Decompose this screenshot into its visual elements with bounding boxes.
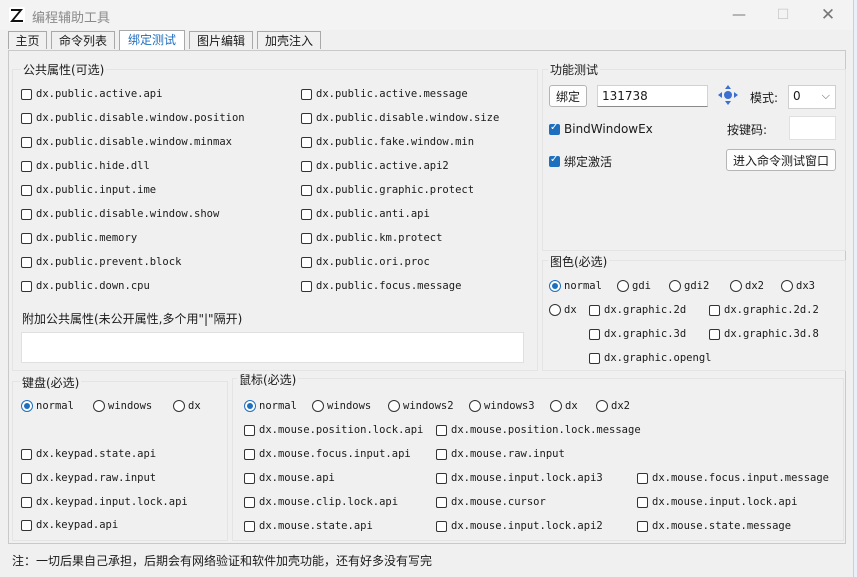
mode-select[interactable]: 0 ⌵	[788, 85, 836, 109]
mode-value: 0	[793, 89, 801, 103]
public-attr-checkbox[interactable]: dx.public.focus.message	[301, 280, 461, 292]
mouse-checkbox[interactable]: dx.mouse.cursor	[436, 496, 546, 508]
mouse-radio[interactable]: dx	[550, 400, 578, 412]
mode-label: 模式:	[750, 91, 779, 105]
tab-home[interactable]: 主页	[8, 31, 47, 49]
minimize-icon: —	[732, 7, 746, 23]
public-attr-checkbox[interactable]: dx.public.disable.window.size	[301, 112, 499, 124]
mouse-checkbox[interactable]: dx.mouse.position.lock.api	[244, 424, 423, 436]
window-title: 编程辅助工具	[32, 11, 111, 26]
mouse-checkbox[interactable]: dx.mouse.position.lock.message	[436, 424, 641, 436]
graphic-title: 图色(必选)	[548, 253, 610, 270]
graphic-radio[interactable]: dx	[549, 304, 577, 316]
graphic-radio[interactable]: dx3	[781, 280, 815, 292]
footer-note: 注：一切后果自己承担，后期会有网络验证和软件加壳功能，还有好多没有写完	[12, 554, 433, 568]
mouse-title: 鼠标(必选)	[237, 371, 299, 388]
func-test-title: 功能测试	[548, 61, 601, 78]
keyboard-radio[interactable]: windows	[93, 400, 152, 412]
tab-image-edit[interactable]: 图片编辑	[189, 31, 253, 49]
mouse-checkbox[interactable]: dx.mouse.state.message	[637, 520, 791, 532]
tab-command-list[interactable]: 命令列表	[51, 31, 115, 49]
graphic-checkbox[interactable]: dx.graphic.2d.2	[709, 304, 819, 316]
graphic-checkbox[interactable]: dx.graphic.3d.8	[709, 328, 819, 340]
mouse-checkbox[interactable]: dx.mouse.focus.input.message	[637, 472, 829, 484]
keycode-input[interactable]	[789, 116, 836, 140]
mouse-checkbox[interactable]: dx.mouse.api	[244, 472, 335, 484]
close-button[interactable]: ✕	[806, 3, 850, 27]
keyboard-checkbox[interactable]: dx.keypad.state.api	[21, 448, 156, 460]
mouse-radio[interactable]: dx2	[596, 400, 630, 412]
public-attr-checkbox[interactable]: dx.public.prevent.block	[21, 256, 181, 268]
public-attr-checkbox[interactable]: dx.public.input.ime	[21, 184, 156, 196]
target-finder-icon[interactable]	[718, 85, 738, 105]
public-attr-checkbox[interactable]: dx.public.anti.api	[301, 208, 430, 220]
mouse-radio[interactable]: windows3	[469, 400, 535, 412]
keyboard-checkbox[interactable]: dx.keypad.api	[21, 519, 118, 531]
keyboard-checkbox[interactable]: dx.keypad.input.lock.api	[21, 496, 188, 508]
public-attr-checkbox[interactable]: dx.public.hide.dll	[21, 160, 150, 172]
keyboard-title: 键盘(必选)	[20, 374, 82, 391]
graphic-radio[interactable]: gdi2	[669, 280, 709, 292]
bindwindowex-checkbox[interactable]: BindWindowEx	[549, 122, 653, 136]
mouse-radio[interactable]: windows2	[388, 400, 454, 412]
enter-command-test-button[interactable]: 进入命令测试窗口	[726, 149, 836, 171]
extra-attrs-label: 附加公共属性(未公开属性,多个用"|"隔开)	[22, 312, 243, 326]
app-logo-icon	[9, 7, 25, 23]
public-attr-checkbox[interactable]: dx.public.km.protect	[301, 232, 442, 244]
graphic-radio[interactable]: gdi	[617, 280, 651, 292]
public-attr-checkbox[interactable]: dx.public.disable.window.minmax	[21, 136, 232, 148]
app-window: 编程辅助工具 — ☐ ✕ 主页 命令列表 绑定测试 图片编辑 加壳注入 公共属性…	[0, 0, 854, 577]
mouse-checkbox[interactable]: dx.mouse.input.lock.api2	[436, 520, 603, 532]
public-attr-checkbox[interactable]: dx.public.fake.window.min	[301, 136, 474, 148]
bind-activate-checkbox[interactable]: 绑定激活	[549, 153, 612, 170]
mouse-checkbox[interactable]: dx.mouse.input.lock.api3	[436, 472, 603, 484]
public-attr-checkbox[interactable]: dx.public.disable.window.position	[21, 112, 245, 124]
mouse-radio[interactable]: normal	[244, 400, 297, 412]
keyboard-checkbox[interactable]: dx.keypad.raw.input	[21, 472, 156, 484]
minimize-button[interactable]: —	[717, 3, 761, 27]
public-attr-checkbox[interactable]: dx.public.active.message	[301, 88, 468, 100]
graphic-radio[interactable]: dx2	[730, 280, 764, 292]
mouse-checkbox[interactable]: dx.mouse.raw.input	[436, 448, 565, 460]
bind-button[interactable]: 绑定	[549, 85, 587, 107]
mouse-checkbox[interactable]: dx.mouse.state.api	[244, 520, 373, 532]
mouse-checkbox[interactable]: dx.mouse.focus.input.api	[244, 448, 411, 460]
graphic-checkbox[interactable]: dx.graphic.2d	[589, 304, 686, 316]
public-attr-checkbox[interactable]: dx.public.disable.window.show	[21, 208, 219, 220]
mouse-checkbox[interactable]: dx.mouse.clip.lock.api	[244, 496, 398, 508]
public-attr-checkbox[interactable]: dx.public.graphic.protect	[301, 184, 474, 196]
public-attr-checkbox[interactable]: dx.public.active.api2	[301, 160, 449, 172]
close-icon: ✕	[820, 5, 836, 25]
hwnd-input[interactable]: 131738	[597, 85, 708, 107]
maximize-icon: ☐	[776, 7, 790, 23]
graphic-checkbox[interactable]: dx.graphic.opengl	[589, 352, 711, 364]
public-attr-checkbox[interactable]: dx.public.active.api	[21, 88, 162, 100]
public-attr-checkbox[interactable]: dx.public.down.cpu	[21, 280, 150, 292]
public-attrs-title: 公共属性(可选)	[21, 61, 107, 78]
tab-pack-inject[interactable]: 加壳注入	[257, 31, 321, 49]
tab-bind-test[interactable]: 绑定测试	[119, 30, 185, 51]
chevron-down-icon: ⌵	[821, 89, 830, 102]
keyboard-radio[interactable]: normal	[21, 400, 74, 412]
graphic-checkbox[interactable]: dx.graphic.3d	[589, 328, 686, 340]
mouse-checkbox[interactable]: dx.mouse.input.lock.api	[637, 496, 797, 508]
keyboard-radio[interactable]: dx	[173, 400, 201, 412]
extra-attrs-input[interactable]	[21, 332, 524, 363]
graphic-radio[interactable]: normal	[549, 280, 602, 292]
public-attr-checkbox[interactable]: dx.public.ori.proc	[301, 256, 430, 268]
keycode-label: 按键码:	[727, 123, 768, 137]
maximize-button[interactable]: ☐	[761, 3, 805, 27]
public-attr-checkbox[interactable]: dx.public.memory	[21, 232, 137, 244]
mouse-radio[interactable]: windows	[312, 400, 371, 412]
title-bar: 编程辅助工具 — ☐ ✕	[0, 0, 853, 30]
